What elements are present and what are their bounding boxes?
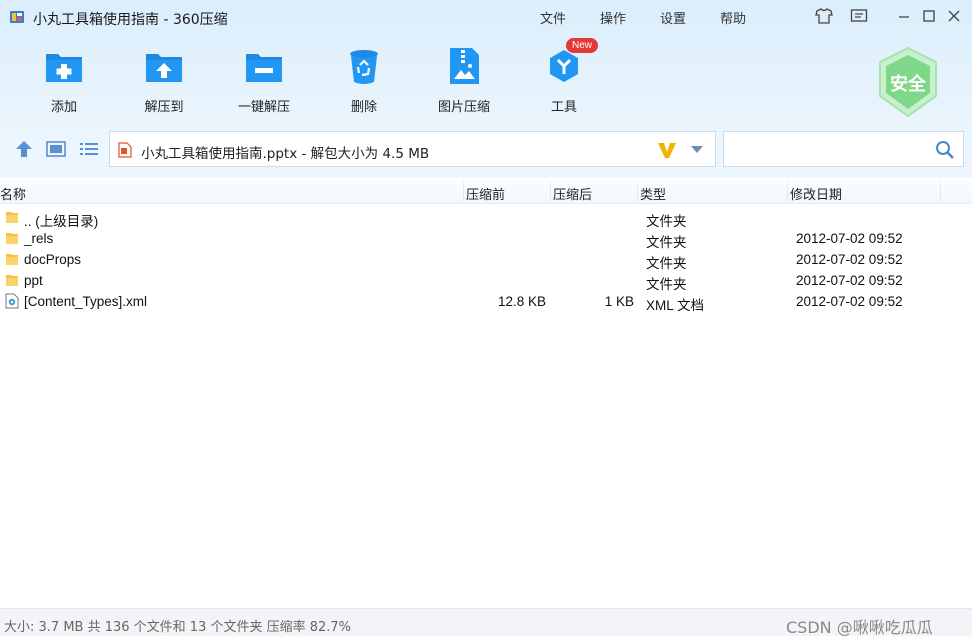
skin-icon[interactable]	[814, 6, 834, 26]
file-row[interactable]: docProps 文件夹 2012-07-02 09:52	[0, 249, 972, 271]
add-icon	[46, 54, 82, 82]
tools-label: 工具	[550, 100, 577, 115]
menu-settings[interactable]: 设置	[660, 8, 686, 27]
one-click-extract-icon	[246, 54, 282, 82]
extract-to-icon	[146, 54, 182, 82]
security-shield[interactable]: 安全	[876, 46, 940, 118]
close-button[interactable]	[944, 6, 964, 26]
column-divider[interactable]	[940, 182, 941, 202]
minimize-button[interactable]	[894, 6, 914, 26]
search-input[interactable]	[723, 131, 964, 167]
up-arrow-icon[interactable]	[13, 138, 35, 160]
menu-file[interactable]: 文件	[540, 8, 566, 27]
file-date: 2012-07-02 09:52	[796, 273, 903, 288]
file-type: 文件夹	[646, 235, 687, 250]
window-title: 小丸工具箱使用指南 - 360压缩	[33, 12, 228, 28]
file-name: docProps	[24, 252, 82, 267]
menu-help[interactable]: 帮助	[720, 8, 746, 27]
column-modified[interactable]: 修改日期	[790, 184, 842, 203]
header-area: 小丸工具箱使用指南 - 360压缩 文件 操作 设置 帮助 添加 解压到 一键解…	[0, 0, 972, 178]
vip-icon[interactable]	[656, 140, 678, 160]
column-name[interactable]: 名称	[0, 184, 26, 203]
folder-icon	[6, 254, 18, 265]
maximize-button[interactable]	[919, 6, 939, 26]
file-name: .. (上级目录)	[24, 214, 99, 229]
file-name: ppt	[24, 273, 43, 288]
column-after[interactable]: 压缩后	[553, 184, 592, 203]
file-date: 2012-07-02 09:52	[796, 252, 903, 267]
column-divider[interactable]	[463, 182, 464, 202]
file-row[interactable]: [Content_Types].xml 12.8 KB 1 KB XML 文档 …	[0, 291, 972, 313]
file-row[interactable]: _rels 文件夹 2012-07-02 09:52	[0, 228, 972, 250]
file-type: XML 文档	[646, 298, 705, 313]
file-type: 文件夹	[646, 214, 687, 229]
delete-button[interactable]: 删除	[324, 42, 404, 118]
image-compress-button[interactable]: 图片压缩	[424, 42, 504, 118]
address-path: 小丸工具箱使用指南.pptx - 解包大小为 4.5 MB	[141, 146, 430, 162]
folder-icon	[6, 233, 18, 244]
file-type: 文件夹	[646, 256, 687, 271]
column-divider[interactable]	[787, 182, 788, 202]
file-size-before: 12.8 KB	[497, 294, 546, 309]
column-type[interactable]: 类型	[640, 184, 666, 203]
pptx-file-icon	[118, 142, 132, 158]
column-divider[interactable]	[637, 182, 638, 202]
search-icon[interactable]	[935, 140, 955, 160]
file-name: _rels	[24, 231, 54, 246]
chevron-down-icon[interactable]	[691, 146, 703, 153]
title-bar: 小丸工具箱使用指南 - 360压缩 文件 操作 设置 帮助	[0, 0, 972, 34]
xml-file-icon	[5, 293, 19, 309]
file-type: 文件夹	[646, 277, 687, 292]
column-header: 名称 压缩前 压缩后 类型 修改日期	[0, 180, 972, 204]
file-row[interactable]: .. (上级目录) 文件夹	[0, 207, 972, 229]
file-date: 2012-07-02 09:52	[796, 294, 903, 309]
list-view-icon[interactable]	[78, 138, 100, 160]
address-bar[interactable]: 小丸工具箱使用指南.pptx - 解包大小为 4.5 MB	[109, 131, 716, 167]
one-click-extract-button[interactable]: 一键解压	[224, 42, 304, 118]
delete-label: 删除	[350, 100, 377, 115]
column-divider[interactable]	[550, 182, 551, 202]
column-before[interactable]: 压缩前	[466, 184, 505, 203]
file-row[interactable]: ppt 文件夹 2012-07-02 09:52	[0, 270, 972, 292]
menu-operate[interactable]: 操作	[600, 8, 626, 27]
image-compress-label: 图片压缩	[437, 100, 490, 115]
security-label: 安全	[890, 74, 926, 95]
folder-icon	[6, 275, 18, 286]
add-label: 添加	[50, 100, 77, 115]
one-click-extract-label: 一键解压	[237, 100, 290, 115]
watermark: CSDN @啾啾吃瓜瓜	[786, 618, 933, 636]
status-bar: 大小: 3.7 MB 共 136 个文件和 13 个文件夹 压缩率 82.7% …	[0, 608, 972, 636]
file-date: 2012-07-02 09:52	[796, 231, 903, 246]
image-compress-icon	[450, 48, 479, 84]
status-text: 大小: 3.7 MB 共 136 个文件和 13 个文件夹 压缩率 82.7%	[4, 620, 352, 635]
file-size-after: 1 KB	[604, 294, 634, 309]
new-badge: New	[566, 38, 598, 53]
feedback-icon[interactable]	[849, 6, 869, 26]
extract-to-label: 解压到	[144, 100, 184, 115]
file-name: [Content_Types].xml	[24, 294, 148, 309]
delete-icon	[350, 50, 378, 84]
app-logo-icon	[10, 11, 24, 23]
tools-button[interactable]: 工具 New	[524, 38, 604, 118]
add-button[interactable]: 添加	[24, 42, 104, 118]
thumbnail-view-icon[interactable]	[45, 138, 67, 160]
extract-to-button[interactable]: 解压到	[124, 42, 204, 118]
folder-icon	[6, 212, 18, 223]
